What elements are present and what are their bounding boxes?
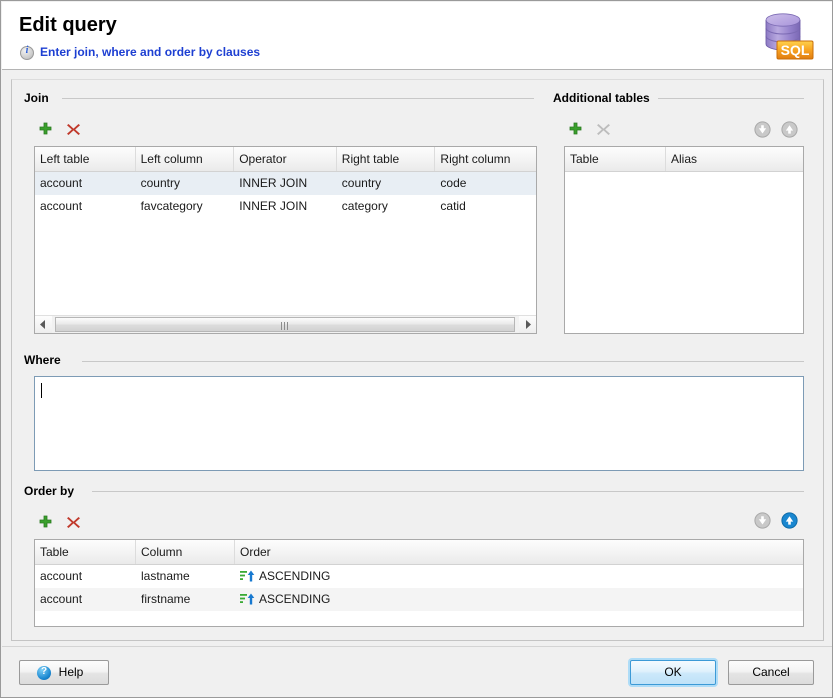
- sort-ascending-icon: [240, 570, 255, 582]
- order-col-order: Order: [240, 545, 271, 559]
- join-group-label: Join: [24, 91, 53, 105]
- dialog-footer: Help OK Cancel: [2, 646, 832, 696]
- cancel-button-label: Cancel: [752, 665, 790, 679]
- table-row[interactable]: account favcategory INNER JOIN category …: [35, 195, 536, 218]
- additional-tables-group-rule: [658, 98, 804, 99]
- additional-tables-add-button[interactable]: [568, 122, 583, 137]
- order-by-move-up-button[interactable]: [781, 512, 798, 529]
- where-group-label: Where: [24, 353, 65, 367]
- cell-right-column: code: [440, 176, 467, 190]
- join-table-hscrollbar[interactable]: [35, 315, 536, 333]
- cell-right-column: catid: [440, 199, 466, 213]
- additional-col-table: Table: [565, 147, 666, 171]
- sql-database-icon: SQL: [765, 13, 814, 60]
- ok-button[interactable]: OK: [630, 660, 716, 685]
- help-button[interactable]: Help: [19, 660, 109, 685]
- additional-tables-group-label: Additional tables: [553, 91, 654, 105]
- join-table-body: account country INNER JOIN country code …: [35, 172, 536, 218]
- cell-left-column: country: [140, 176, 180, 190]
- order-by-body: account lastname ASCENDING account first…: [35, 565, 803, 611]
- where-input[interactable]: [34, 376, 804, 471]
- scroll-thumb[interactable]: [55, 317, 515, 332]
- cell-left-column: favcategory: [140, 199, 203, 213]
- join-col-right-table: Right table: [337, 147, 436, 171]
- join-col-left-column: Left column: [136, 147, 235, 171]
- join-group-rule: [62, 98, 534, 99]
- scroll-left-arrow-icon[interactable]: [35, 316, 52, 333]
- additional-tables-move-up-button: [781, 121, 798, 138]
- cell-order: ASCENDING: [235, 565, 803, 588]
- cell-left-table: account: [40, 176, 83, 190]
- cell-column: firstname: [141, 592, 191, 606]
- order-by-group-rule: [92, 491, 804, 492]
- info-icon: [20, 45, 34, 60]
- join-add-button[interactable]: [38, 122, 53, 137]
- order-by-header: Table Column Order: [35, 540, 803, 565]
- cell-table: account: [40, 569, 83, 583]
- additional-tables-table[interactable]: Table Alias: [564, 146, 804, 334]
- page-title: Edit query: [19, 14, 117, 36]
- cell-order: ASCENDING: [235, 588, 803, 611]
- ok-button-label: OK: [664, 665, 682, 679]
- join-table[interactable]: Left table Left column Operator Right ta…: [34, 146, 537, 334]
- dialog-body: Join Left table Left column Operator Rig…: [11, 79, 824, 641]
- edit-query-dialog: Edit query Enter join, where and order b…: [0, 0, 833, 698]
- order-by-move-down-button: [754, 512, 771, 529]
- table-row[interactable]: account country INNER JOIN country code: [35, 172, 536, 195]
- additional-col-alias: Alias: [671, 152, 698, 166]
- cell-order-label: ASCENDING: [259, 592, 331, 606]
- join-col-operator: Operator: [234, 147, 337, 171]
- svg-text:SQL: SQL: [781, 42, 810, 58]
- additional-tables-move-down-button: [754, 121, 771, 138]
- scroll-grip-icon: [281, 322, 289, 330]
- order-by-group-label: Order by: [24, 484, 79, 498]
- table-row[interactable]: account firstname ASCENDING: [35, 588, 803, 611]
- additional-tables-header: Table Alias: [565, 147, 803, 172]
- header-subtitle: Enter join, where and order by clauses: [40, 45, 261, 59]
- order-by-add-button[interactable]: [38, 515, 53, 530]
- table-row[interactable]: account lastname ASCENDING: [35, 565, 803, 588]
- cell-operator: INNER JOIN: [239, 199, 308, 213]
- cell-left-table: account: [40, 199, 83, 213]
- help-circle-icon: [37, 664, 51, 680]
- join-table-header: Left table Left column Operator Right ta…: [35, 147, 536, 172]
- sort-ascending-icon: [240, 593, 255, 605]
- text-caret: [41, 383, 42, 398]
- order-col-table: Table: [35, 540, 136, 564]
- order-by-remove-button[interactable]: [66, 515, 81, 530]
- order-by-table[interactable]: Table Column Order account lastname ASCE…: [34, 539, 804, 627]
- cell-right-table: category: [341, 199, 388, 213]
- cancel-button[interactable]: Cancel: [728, 660, 814, 685]
- cell-operator: INNER JOIN: [239, 176, 308, 190]
- join-col-left-table: Left table: [35, 147, 136, 171]
- join-remove-button[interactable]: [66, 122, 81, 137]
- cell-table: account: [40, 592, 83, 606]
- cell-order-label: ASCENDING: [259, 569, 331, 583]
- additional-tables-remove-button: [597, 124, 610, 135]
- order-col-column: Column: [136, 540, 235, 564]
- where-group-rule: [82, 361, 804, 362]
- cell-right-table: country: [341, 176, 382, 190]
- dialog-header: Edit query Enter join, where and order b…: [2, 2, 832, 70]
- join-col-right-column: Right column: [440, 152, 511, 166]
- cell-column: lastname: [141, 569, 190, 583]
- scroll-right-arrow-icon[interactable]: [519, 316, 536, 333]
